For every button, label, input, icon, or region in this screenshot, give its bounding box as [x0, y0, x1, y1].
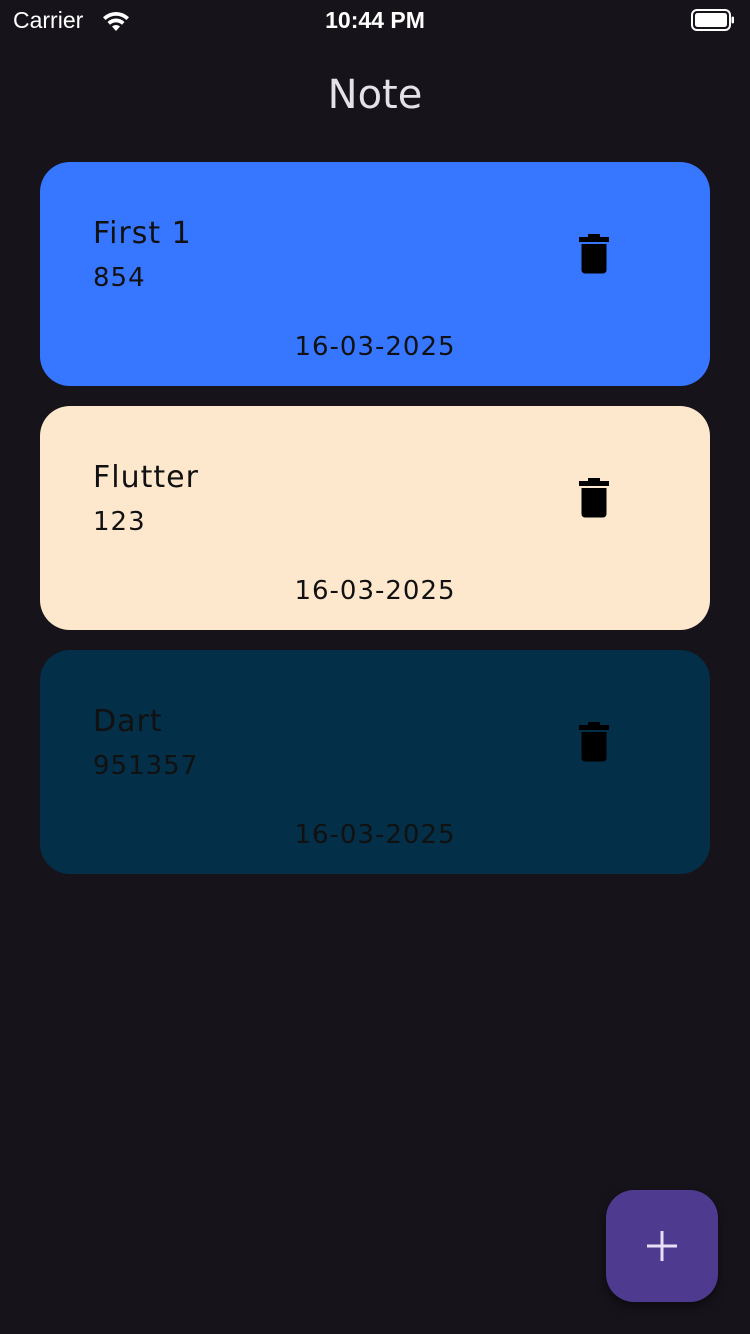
note-card[interactable]: First 1 854 16-03-2025: [40, 162, 710, 386]
delete-note-button[interactable]: [569, 716, 619, 766]
trash-icon: [579, 234, 609, 274]
trash-icon: [579, 722, 609, 762]
add-note-button[interactable]: [606, 1190, 718, 1302]
note-title: First 1: [93, 216, 192, 251]
note-date: 16-03-2025: [294, 576, 456, 606]
delete-note-button[interactable]: [569, 228, 619, 278]
note-card[interactable]: Dart 951357 16-03-2025: [40, 650, 710, 874]
notes-list: First 1 854 16-03-2025 Flutter 123 16-03…: [40, 162, 710, 894]
delete-note-button[interactable]: [569, 472, 619, 522]
page-title: Note: [327, 72, 423, 118]
status-bar: Carrier 10:44 PM: [0, 0, 750, 40]
trash-icon: [579, 478, 609, 518]
status-time: 10:44 PM: [325, 7, 425, 33]
note-content: 854: [93, 263, 146, 293]
note-title: Flutter: [93, 460, 199, 495]
note-date: 16-03-2025: [294, 332, 456, 362]
battery-icon: [691, 9, 735, 31]
note-title: Dart: [93, 704, 163, 739]
note-date: 16-03-2025: [294, 820, 456, 850]
note-content: 123: [93, 507, 146, 537]
plus-icon: [647, 1231, 677, 1261]
note-card[interactable]: Flutter 123 16-03-2025: [40, 406, 710, 630]
note-content: 951357: [93, 751, 199, 781]
